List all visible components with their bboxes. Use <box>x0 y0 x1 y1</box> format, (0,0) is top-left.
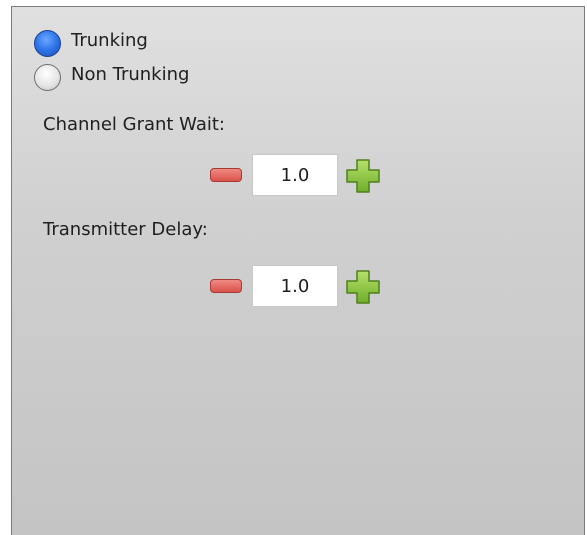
radio-selected-indicator[interactable] <box>34 29 61 57</box>
channel-grant-wait-minus-icon[interactable] <box>210 168 242 182</box>
radio-trunking[interactable]: Trunking <box>34 28 148 58</box>
radio-unselected-indicator[interactable] <box>34 63 61 91</box>
channel-grant-wait-stepper: 1.0 <box>210 154 390 198</box>
radio-non-trunking-label: Non Trunking <box>71 63 190 85</box>
transmitter-delay-stepper: 1.0 <box>210 265 390 309</box>
channel-grant-wait-label: Channel Grant Wait: <box>43 114 225 135</box>
transmitter-delay-label: Transmitter Delay: <box>43 219 208 240</box>
transmitter-delay-plus-icon[interactable] <box>346 270 380 304</box>
radio-trunking-label: Trunking <box>71 29 148 51</box>
transmitter-delay-minus-icon[interactable] <box>210 279 242 293</box>
transmitter-delay-input[interactable]: 1.0 <box>252 265 338 307</box>
settings-panel: Trunking Non Trunking Channel Grant Wait… <box>11 6 585 535</box>
channel-grant-wait-plus-icon[interactable] <box>346 159 380 193</box>
radio-non-trunking[interactable]: Non Trunking <box>34 62 189 92</box>
channel-grant-wait-input[interactable]: 1.0 <box>252 154 338 196</box>
